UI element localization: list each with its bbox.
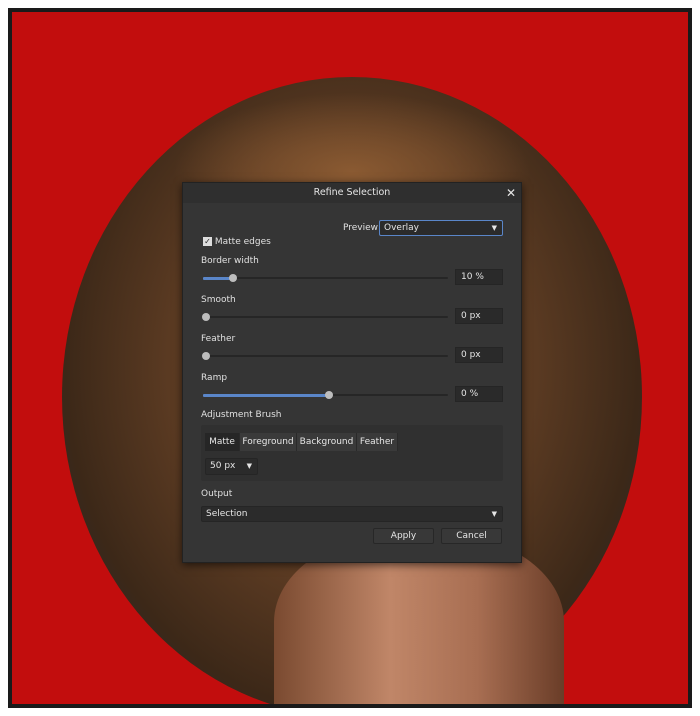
slider-fill xyxy=(203,277,230,280)
slider-thumb[interactable] xyxy=(202,352,210,360)
output-dropdown[interactable]: Selection ▼ xyxy=(201,506,503,522)
dialog-title: Refine Selection xyxy=(313,187,391,198)
tab-matte[interactable]: Matte xyxy=(205,433,240,451)
matte-edges-checkbox[interactable]: ✓ Matte edges xyxy=(203,237,271,247)
close-icon[interactable]: ✕ xyxy=(506,183,516,203)
apply-button[interactable]: Apply xyxy=(373,528,434,544)
slider-value-input[interactable]: 0 px xyxy=(455,308,503,324)
brush-size-dropdown[interactable]: 50 px ▼ xyxy=(205,458,258,475)
slider-track[interactable] xyxy=(202,352,448,360)
preview-value: Overlay xyxy=(384,223,419,233)
refine-selection-dialog: Refine Selection ✕ Preview Overlay ▼ ✓ Ma… xyxy=(182,182,522,563)
slider-value-input[interactable]: 0 px xyxy=(455,347,503,363)
slider-track[interactable] xyxy=(203,274,448,282)
tab-feather[interactable]: Feather xyxy=(357,433,398,451)
slider-fill xyxy=(203,394,326,397)
adjustment-brush-panel: Matte Foreground Background Feather 50 p… xyxy=(201,425,503,481)
dialog-title-bar[interactable]: Refine Selection ✕ xyxy=(183,183,521,203)
tab-background[interactable]: Background xyxy=(297,433,357,451)
checkmark-icon: ✓ xyxy=(203,237,212,246)
preview-label: Preview xyxy=(343,223,379,233)
slider-thumb[interactable] xyxy=(324,391,333,399)
output-value: Selection xyxy=(206,509,248,519)
output-label: Output xyxy=(201,489,233,499)
brush-tabs: Matte Foreground Background Feather xyxy=(205,433,398,451)
preview-dropdown[interactable]: Overlay ▼ xyxy=(379,220,503,236)
cancel-button[interactable]: Cancel xyxy=(441,528,502,544)
chevron-down-icon: ▼ xyxy=(491,224,497,232)
slider-value-input[interactable]: 0 % xyxy=(455,386,503,402)
chevron-down-icon: ▼ xyxy=(246,462,252,470)
slider-label: Smooth xyxy=(201,295,236,305)
adjustment-brush-label: Adjustment Brush xyxy=(201,410,282,420)
tab-foreground[interactable]: Foreground xyxy=(240,433,297,451)
slider-track[interactable] xyxy=(202,313,448,321)
slider-label: Ramp xyxy=(201,373,228,383)
slider-thumb[interactable] xyxy=(228,274,237,282)
slider-thumb[interactable] xyxy=(202,313,210,321)
slider-value-input[interactable]: 10 % xyxy=(455,269,503,285)
slider-track[interactable] xyxy=(203,391,448,399)
chevron-down-icon: ▼ xyxy=(491,510,497,518)
slider-label: Border width xyxy=(201,256,259,266)
brush-size-value: 50 px xyxy=(210,461,236,471)
slider-label: Feather xyxy=(201,334,236,344)
matte-edges-label: Matte edges xyxy=(214,237,271,247)
